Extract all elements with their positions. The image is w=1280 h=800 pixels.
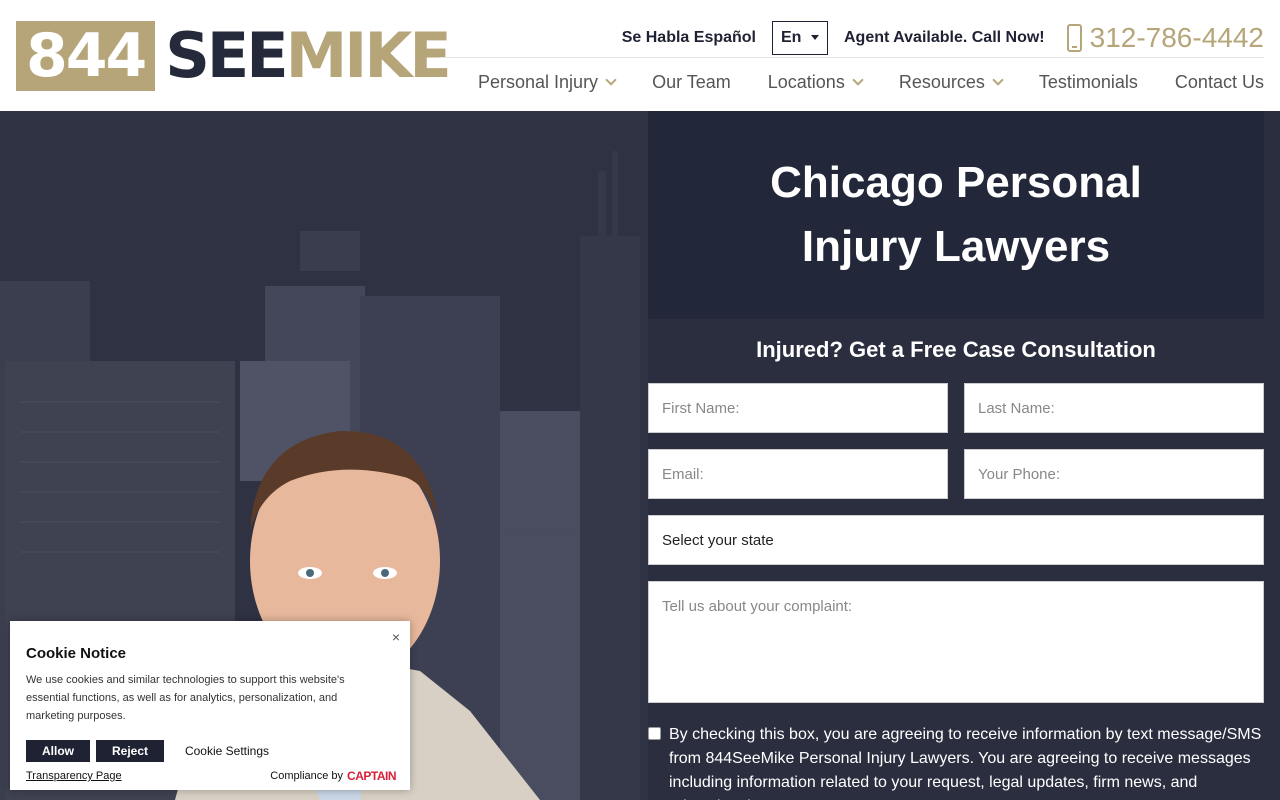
nav-label: Locations [767, 71, 845, 92]
chevron-down-icon [992, 73, 1004, 86]
state-select[interactable]: Select your state [648, 515, 1264, 565]
nav-label: Resources [898, 71, 985, 92]
main-nav: Personal Injury Our Team Locations Resou… [478, 70, 1264, 94]
logo[interactable]: 844 SEE MIKE [16, 19, 452, 92]
logo-mike: MIKE [285, 19, 452, 92]
language-value: En [781, 28, 802, 46]
allow-button[interactable]: Allow [26, 740, 90, 762]
compliance-by: Compliance by CAPTAIN [270, 769, 396, 783]
compliance-text: Compliance by [270, 770, 344, 782]
consent-text: By checking this box, you are agreeing t… [669, 726, 1262, 800]
email-input[interactable]: Email: [648, 449, 948, 499]
consent-checkbox[interactable] [648, 727, 661, 740]
nav-label: Testimonials [1038, 71, 1138, 92]
transparency-link[interactable]: Transparency Page [26, 770, 122, 782]
habla-espanol-text: Se Habla Español [621, 28, 756, 46]
chevron-down-icon [852, 73, 864, 86]
nav-label: Personal Injury [478, 71, 599, 92]
cookie-notice: × Cookie Notice We use cookies and simil… [10, 621, 410, 790]
reject-button[interactable]: Reject [96, 740, 164, 762]
nav-label: Contact Us [1174, 71, 1264, 92]
nav-personal-injury[interactable]: Personal Injury [478, 71, 617, 93]
sms-consent: By checking this box, you are agreeing t… [648, 723, 1268, 800]
logo-see: SEE [165, 19, 288, 92]
page-title: Chicago Personal Injury Lawyers [770, 158, 1142, 271]
first-name-input[interactable]: First Name: [648, 383, 948, 433]
last-name-input[interactable]: Last Name: [964, 383, 1264, 433]
chevron-down-icon [605, 73, 617, 86]
complaint-textarea[interactable]: Tell us about your complaint: [648, 581, 1264, 703]
nav-locations[interactable]: Locations [767, 71, 864, 93]
cookie-title: Cookie Notice [26, 645, 127, 662]
phone-input[interactable]: Your Phone: [964, 449, 1264, 499]
logo-number: 844 [16, 21, 156, 91]
agent-available-text: Agent Available. Call Now! [844, 28, 1045, 46]
close-icon[interactable]: × [392, 629, 400, 645]
nav-testimonials[interactable]: Testimonials [1039, 72, 1138, 93]
phone-number: 312-786-4442 [1089, 21, 1264, 53]
form-heading: Injured? Get a Free Case Consultation [756, 337, 1156, 362]
captain-logo[interactable]: CAPTAIN [347, 769, 396, 783]
hero-title-box: Chicago Personal Injury Lawyers [648, 111, 1264, 319]
cookie-text: We use cookies and similar technologies … [26, 674, 345, 722]
top-bar: Se Habla Español En Agent Available. Cal… [440, 18, 1264, 58]
cookie-settings-button[interactable]: Cookie Settings [174, 740, 280, 762]
nav-contact-us[interactable]: Contact Us [1175, 72, 1264, 93]
language-select[interactable]: En [772, 20, 828, 55]
nav-label: Our Team [652, 71, 731, 92]
nav-our-team[interactable]: Our Team [652, 72, 731, 93]
caret-down-icon [811, 35, 819, 40]
phone-icon [1066, 23, 1082, 52]
site-header: 844 SEE MIKE Se Habla Español En Agent A… [0, 0, 1280, 111]
phone-link[interactable]: 312-786-4442 [1066, 21, 1264, 54]
nav-resources[interactable]: Resources [898, 71, 1004, 93]
